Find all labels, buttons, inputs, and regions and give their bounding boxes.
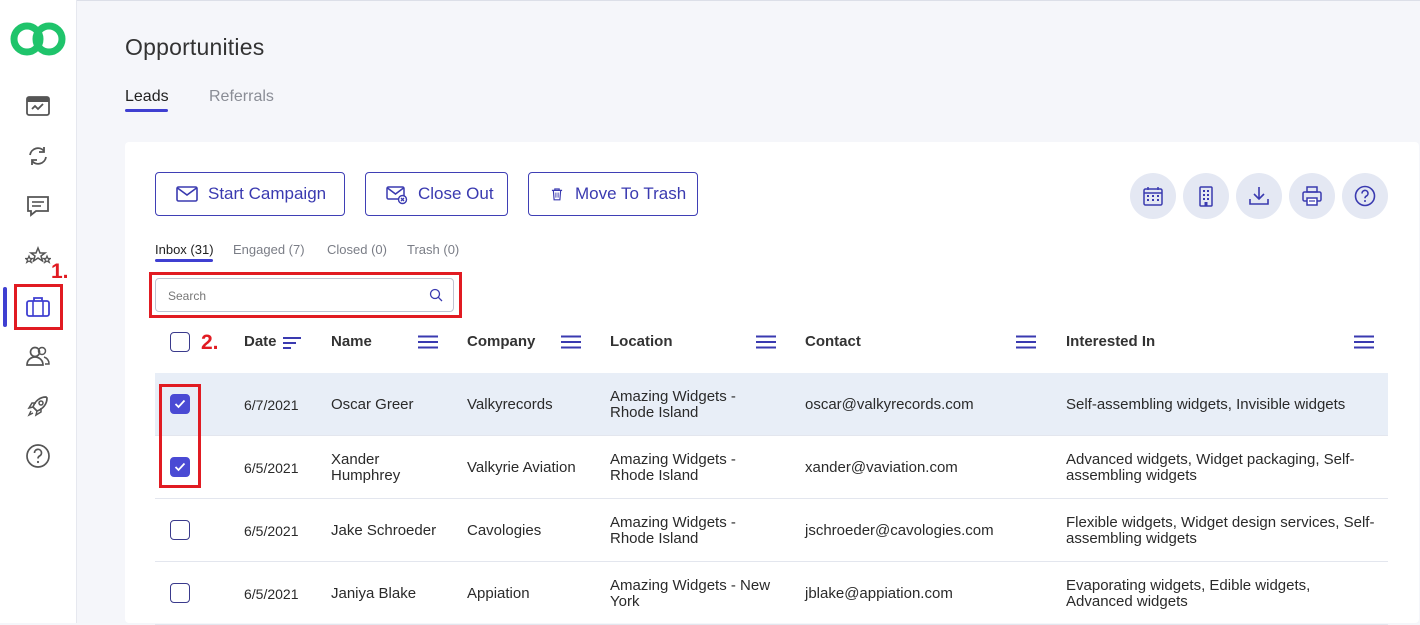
building-icon bbox=[1199, 186, 1213, 207]
row-name: Jake Schroeder bbox=[331, 522, 437, 539]
column-header-contact[interactable]: Contact bbox=[805, 333, 861, 350]
row-interested-in-line1: Flexible widgets, Widget design services… bbox=[1066, 514, 1375, 531]
move-to-trash-label: Move To Trash bbox=[575, 184, 687, 203]
row-date: 6/7/2021 bbox=[244, 397, 299, 413]
start-campaign-button[interactable]: Start Campaign bbox=[155, 172, 345, 216]
row-name-line2: Humphrey bbox=[331, 467, 401, 484]
row-date: 6/5/2021 bbox=[244, 586, 299, 602]
column-header-location[interactable]: Location bbox=[610, 333, 673, 350]
printer-icon bbox=[1302, 186, 1322, 206]
row-date: 6/5/2021 bbox=[244, 460, 299, 476]
row-company: Cavologies bbox=[467, 522, 542, 539]
app-logo-icon[interactable] bbox=[9, 20, 67, 58]
row-interested-in-line2: assembling widgets bbox=[1066, 467, 1197, 484]
calendar-button[interactable] bbox=[1130, 173, 1176, 219]
top-border bbox=[0, 0, 1420, 1]
trash-icon bbox=[551, 188, 563, 201]
question-icon bbox=[1354, 185, 1376, 207]
row-company: Valkyrie Aviation bbox=[467, 459, 576, 476]
envelope-x-icon bbox=[386, 186, 408, 205]
close-out-button[interactable]: Close Out bbox=[365, 172, 508, 216]
download-icon bbox=[1249, 187, 1269, 205]
row-company: Appiation bbox=[467, 585, 530, 602]
column-header-interested-in[interactable]: Interested In bbox=[1066, 333, 1155, 350]
row-location-line1: Amazing Widgets - New bbox=[610, 577, 771, 594]
annotation-label-1: 1. bbox=[51, 260, 69, 283]
close-out-label: Close Out bbox=[418, 184, 494, 203]
subtab-inbox-underline bbox=[155, 259, 213, 262]
row-company: Valkyrecords bbox=[467, 396, 553, 413]
select-all-checkbox[interactable] bbox=[170, 332, 190, 352]
tab-leads-underline bbox=[125, 109, 168, 112]
active-nav-indicator bbox=[3, 287, 7, 327]
row-name-line1: Xander bbox=[331, 451, 380, 468]
interested-column-menu-icon[interactable] bbox=[1354, 335, 1374, 349]
row-location-line2: Rhode Island bbox=[610, 530, 699, 547]
row-location-line1: Amazing Widgets - bbox=[610, 388, 736, 405]
row-name: Janiya Blake bbox=[331, 585, 417, 602]
row-contact[interactable]: jblake@appiation.com bbox=[805, 586, 953, 602]
row-interested-in-line1: Advanced widgets, Widget packaging, Self… bbox=[1066, 451, 1355, 468]
subtab-closed[interactable]: Closed (0) bbox=[327, 242, 387, 257]
row-contact[interactable]: jschroeder@cavologies.com bbox=[805, 523, 994, 539]
column-header-name[interactable]: Name bbox=[331, 333, 372, 350]
nav-help-icon[interactable] bbox=[22, 440, 54, 472]
row-date: 6/5/2021 bbox=[244, 523, 299, 539]
calendar-icon bbox=[1143, 187, 1163, 206]
row-location-line2: York bbox=[610, 593, 640, 610]
row-interested-in-line2: assembling widgets bbox=[1066, 530, 1197, 547]
help-button[interactable] bbox=[1342, 173, 1388, 219]
contact-column-menu-icon[interactable] bbox=[1016, 335, 1036, 349]
row-checkbox[interactable] bbox=[170, 583, 190, 603]
row-location-line2: Rhode Island bbox=[610, 467, 699, 484]
download-button[interactable] bbox=[1236, 173, 1282, 219]
print-button[interactable] bbox=[1289, 173, 1335, 219]
company-column-menu-icon[interactable] bbox=[561, 335, 581, 349]
row-checkbox[interactable] bbox=[170, 520, 190, 540]
nav-sync-icon[interactable] bbox=[22, 140, 54, 172]
tab-referrals[interactable]: Referrals bbox=[209, 88, 274, 106]
nav-chat-icon[interactable] bbox=[22, 190, 54, 222]
annotation-box-search bbox=[149, 272, 462, 318]
subtab-inbox[interactable]: Inbox (31) bbox=[155, 242, 214, 257]
location-column-menu-icon[interactable] bbox=[756, 335, 776, 349]
annotation-box-2 bbox=[159, 384, 201, 488]
name-column-menu-icon[interactable] bbox=[418, 335, 438, 349]
row-contact[interactable]: xander@vaviation.com bbox=[805, 460, 958, 476]
tab-leads[interactable]: Leads bbox=[125, 88, 169, 106]
nav-rocket-icon[interactable] bbox=[22, 390, 54, 422]
row-interested-in-line2: Advanced widgets bbox=[1066, 593, 1188, 610]
row-contact[interactable]: oscar@valkyrecords.com bbox=[805, 397, 974, 413]
envelope-icon bbox=[176, 186, 198, 202]
row-location-line1: Amazing Widgets - bbox=[610, 514, 736, 531]
start-campaign-label: Start Campaign bbox=[208, 184, 327, 203]
nav-dashboard-icon[interactable] bbox=[22, 90, 54, 122]
annotation-label-2: 2. bbox=[201, 331, 219, 354]
row-interested-in: Self-assembling widgets, Invisible widge… bbox=[1066, 396, 1346, 413]
sort-icon[interactable] bbox=[283, 336, 301, 350]
nav-stars-icon[interactable] bbox=[22, 241, 54, 273]
row-name: Oscar Greer bbox=[331, 396, 414, 413]
row-location-line1: Amazing Widgets - bbox=[610, 451, 736, 468]
subtab-trash[interactable]: Trash (0) bbox=[407, 242, 459, 257]
building-button[interactable] bbox=[1183, 173, 1229, 219]
row-location-line2: Rhode Island bbox=[610, 404, 699, 421]
move-to-trash-button[interactable]: Move To Trash bbox=[528, 172, 698, 216]
subtab-engaged[interactable]: Engaged (7) bbox=[233, 242, 305, 257]
page-title: Opportunities bbox=[125, 34, 265, 60]
nav-users-icon[interactable] bbox=[22, 340, 54, 372]
column-header-date[interactable]: Date bbox=[244, 333, 277, 350]
row-interested-in-line1: Evaporating widgets, Edible widgets, bbox=[1066, 577, 1311, 594]
column-header-company[interactable]: Company bbox=[467, 333, 535, 350]
annotation-box-1 bbox=[14, 284, 63, 330]
